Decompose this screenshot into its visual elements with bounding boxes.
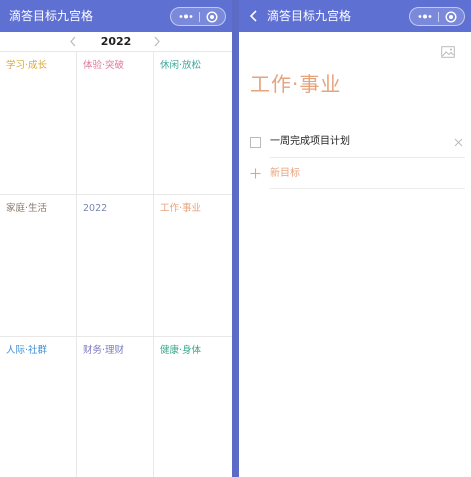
year-label: 2022 [100, 35, 132, 48]
image-icon[interactable] [441, 46, 455, 58]
navbar: 滴答目标九宫格 [239, 0, 471, 32]
menu-capsule [170, 7, 226, 26]
close-icon[interactable] [445, 11, 457, 23]
grid-cell[interactable]: 休闲·放松 [154, 52, 232, 195]
menu-capsule [409, 7, 465, 26]
cell-label: 人际·社群 [6, 345, 48, 356]
grid-cell[interactable]: 健康·身体 [154, 337, 232, 477]
grid-cell[interactable]: 人际·社群 [0, 337, 77, 477]
cell-label: 2022 [83, 203, 108, 214]
cell-label: 财务·理财 [83, 345, 125, 356]
task-row[interactable]: 一周完成项目计划 [239, 130, 471, 156]
task-label: 一周完成项目计划 [270, 136, 350, 147]
plus-icon [250, 168, 261, 179]
cell-label: 学习·成长 [6, 60, 48, 71]
add-goal-label: 新目标 [270, 168, 300, 179]
grid-cell[interactable]: 工作·事业 [154, 195, 232, 337]
close-icon[interactable] [206, 11, 218, 23]
chevron-right-icon[interactable] [152, 35, 162, 48]
cell-label: 工作·事业 [160, 203, 202, 214]
back-icon[interactable] [247, 8, 261, 24]
task-checkbox[interactable] [250, 137, 261, 148]
grid-cell[interactable]: 体验·突破 [77, 52, 154, 195]
cell-label: 家庭·生活 [6, 203, 48, 214]
grid-cell-center[interactable]: 2022 [77, 195, 154, 337]
cell-label: 健康·身体 [160, 345, 202, 356]
add-goal-divider [270, 188, 465, 189]
cell-label: 体验·突破 [83, 60, 125, 71]
nav-title: 滴答目标九宫格 [9, 9, 94, 23]
navbar: 滴答目标九宫格 [0, 0, 232, 32]
detail-screen: 滴答目标九宫格 工作·事业 一周完成项目计划 新目标 [239, 0, 471, 477]
page-title: 工作·事业 [250, 72, 342, 96]
add-goal-button[interactable]: 新目标 [239, 163, 471, 185]
task-divider [270, 157, 465, 158]
year-switcher: 2022 [0, 32, 232, 52]
cell-label: 休闲·放松 [160, 60, 202, 71]
nav-title: 滴答目标九宫格 [267, 9, 352, 23]
grid-cell[interactable]: 财务·理财 [77, 337, 154, 477]
capsule-divider [438, 12, 439, 22]
more-icon[interactable] [177, 11, 195, 22]
grid-screen: 滴答目标九宫格 2022 学习·成长 体验·突破 休闲·放松 家庭·生活 202… [0, 0, 232, 477]
capsule-divider [199, 12, 200, 22]
delete-icon[interactable] [454, 138, 463, 147]
chevron-left-icon[interactable] [68, 35, 78, 48]
more-icon[interactable] [416, 11, 434, 22]
grid-cell[interactable]: 家庭·生活 [0, 195, 77, 337]
grid-cell[interactable]: 学习·成长 [0, 52, 77, 195]
goal-grid: 学习·成长 体验·突破 休闲·放松 家庭·生活 2022 工作·事业 人际·社群… [0, 52, 232, 477]
